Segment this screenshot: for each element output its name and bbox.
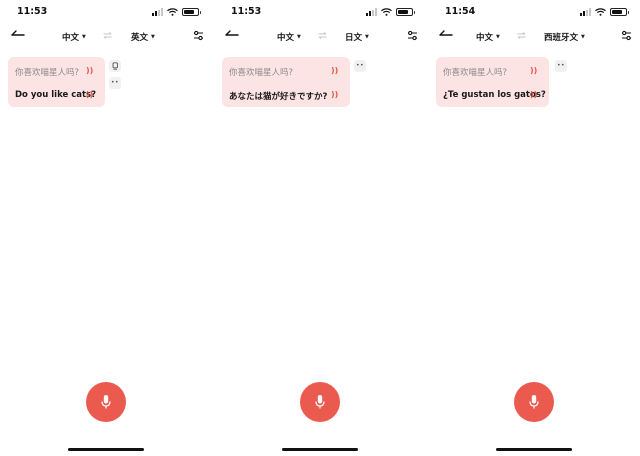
- status-time: 11:54: [445, 6, 476, 17]
- swap-languages-icon[interactable]: [103, 32, 112, 39]
- battery-icon: [182, 8, 201, 16]
- settings-sliders-icon[interactable]: [193, 30, 204, 41]
- more-options-button[interactable]: ••: [354, 60, 366, 72]
- target-language-selector[interactable]: 英文 ▼: [131, 31, 155, 43]
- microphone-icon: [101, 395, 111, 409]
- cellular-signal-icon: [152, 8, 163, 16]
- status-time: 11:53: [231, 6, 262, 17]
- status-time: 11:53: [17, 6, 48, 17]
- back-arrow-icon[interactable]: [11, 29, 25, 39]
- translation-card: 你喜欢喵星人吗? )) ¿Te gustan los gatos? )): [436, 57, 549, 107]
- screenshot-stage: 11:53 中文 ▼ 英文 ▼ 你喜欢喵星人吗? )) Do you like ca…: [0, 0, 640, 456]
- swap-languages-icon[interactable]: [318, 32, 327, 39]
- target-language-label: 日文: [345, 33, 363, 43]
- battery-icon: [610, 8, 629, 16]
- status-bar: 11:53: [214, 6, 427, 20]
- target-language-selector[interactable]: 西班牙文 ▼: [544, 31, 585, 43]
- chevron-down-icon: ▼: [496, 34, 500, 40]
- status-icons: [366, 8, 415, 16]
- translation-card: 你喜欢喵星人吗? )) Do you like cats? )): [8, 57, 105, 107]
- source-text: 你喜欢喵星人吗?: [229, 68, 294, 78]
- chevron-down-icon: ▼: [365, 34, 369, 40]
- more-options-button[interactable]: ••: [109, 77, 121, 89]
- source-language-label: 中文: [62, 33, 80, 43]
- cellular-signal-icon: [366, 8, 377, 16]
- battery-icon: [396, 8, 415, 16]
- top-bar: 中文 ▼ 英文 ▼: [0, 28, 213, 46]
- microphone-icon: [315, 395, 325, 409]
- phone-screen-japanese: 11:53 中文 ▼ 日文 ▼ 你喜欢喵星人吗? )) あなたは猫が好きですか? )…: [214, 0, 427, 456]
- translation-card: 你喜欢喵星人吗? )) あなたは猫が好きですか? )): [222, 57, 350, 107]
- source-language-selector[interactable]: 中文 ▼: [62, 31, 86, 43]
- source-language-label: 中文: [476, 33, 494, 43]
- swap-languages-icon[interactable]: [517, 32, 526, 39]
- more-icon: ••: [556, 62, 566, 69]
- home-indicator[interactable]: [68, 448, 144, 451]
- source-text: 你喜欢喵星人吗?: [15, 68, 80, 78]
- top-bar: 中文 ▼ 西班牙文 ▼: [428, 28, 640, 46]
- back-arrow-icon[interactable]: [439, 29, 453, 39]
- microphone-button[interactable]: [514, 382, 554, 422]
- settings-sliders-icon[interactable]: [621, 30, 632, 41]
- target-language-selector[interactable]: 日文 ▼: [345, 31, 369, 43]
- chevron-down-icon: ▼: [581, 34, 585, 40]
- microphone-button[interactable]: [86, 382, 126, 422]
- translated-text: Do you like cats?: [15, 90, 97, 100]
- target-language-label: 西班牙文: [544, 33, 579, 43]
- translated-text: あなたは猫が好きですか?: [229, 92, 328, 102]
- speaker-icon[interactable]: )): [86, 90, 93, 99]
- microphone-icon: [529, 395, 539, 409]
- top-bar: 中文 ▼ 日文 ▼: [214, 28, 427, 46]
- status-icons: [580, 8, 629, 16]
- chevron-down-icon: ▼: [297, 34, 301, 40]
- settings-sliders-icon[interactable]: [407, 30, 418, 41]
- speaker-icon[interactable]: )): [530, 66, 537, 75]
- source-text: 你喜欢喵星人吗?: [443, 68, 508, 78]
- speaker-icon[interactable]: )): [86, 66, 93, 75]
- phone-screen-english: 11:53 中文 ▼ 英文 ▼ 你喜欢喵星人吗? )) Do you like ca…: [0, 0, 213, 456]
- more-options-button[interactable]: ••: [555, 60, 567, 72]
- copy-icon: [112, 62, 118, 70]
- wifi-icon: [167, 8, 178, 16]
- speaker-icon[interactable]: )): [331, 66, 338, 75]
- cellular-signal-icon: [580, 8, 591, 16]
- source-language-selector[interactable]: 中文 ▼: [476, 31, 500, 43]
- wifi-icon: [381, 8, 392, 16]
- back-arrow-icon[interactable]: [225, 29, 239, 39]
- microphone-button[interactable]: [300, 382, 340, 422]
- status-bar: 11:54: [428, 6, 640, 20]
- chevron-down-icon: ▼: [151, 34, 155, 40]
- more-icon: ••: [355, 62, 365, 69]
- status-icons: [152, 8, 201, 16]
- status-bar: 11:53: [0, 6, 213, 20]
- speaker-icon[interactable]: )): [530, 90, 537, 99]
- home-indicator[interactable]: [496, 448, 572, 451]
- target-language-label: 英文: [131, 33, 149, 43]
- wifi-icon: [595, 8, 606, 16]
- source-language-label: 中文: [277, 33, 295, 43]
- source-language-selector[interactable]: 中文 ▼: [277, 31, 301, 43]
- copy-button[interactable]: [109, 60, 121, 72]
- more-icon: ••: [110, 79, 120, 86]
- chevron-down-icon: ▼: [82, 34, 86, 40]
- phone-screen-spanish: 11:54 中文 ▼ 西班牙文 ▼ 你喜欢喵星人吗? )) ¿Te gustan l…: [428, 0, 640, 456]
- home-indicator[interactable]: [282, 448, 358, 451]
- speaker-icon[interactable]: )): [331, 90, 338, 99]
